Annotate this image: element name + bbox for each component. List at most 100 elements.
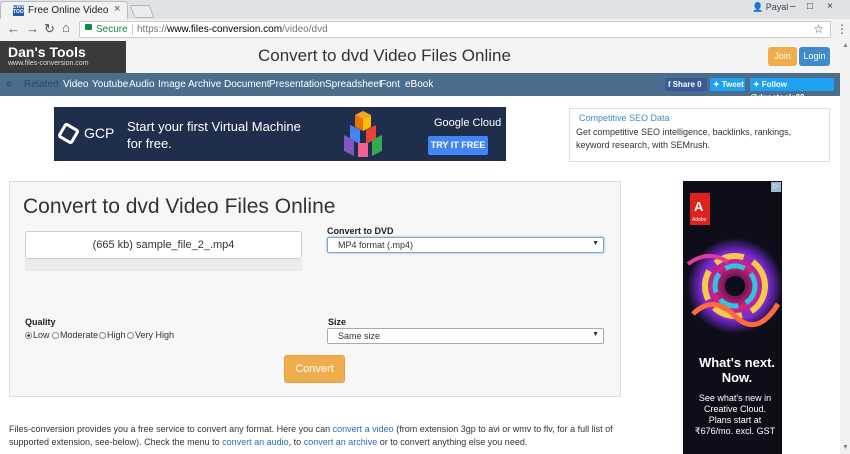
share-label: Share 0 [672, 80, 702, 89]
twitter-icon: ✦ [713, 80, 720, 89]
quality-label: Quality [25, 317, 56, 327]
upload-progress-bar [25, 259, 302, 271]
gcp-ad-banner[interactable]: GCP Start your first Virtual Machine for… [54, 107, 506, 161]
bookmark-star-icon[interactable]: ☆ [813, 22, 824, 36]
logo-site: www.files-conversion.com [8, 60, 89, 67]
nav-item-ebook[interactable]: eBook [405, 79, 433, 90]
ad-choices-icon[interactable]: ▷ [771, 182, 781, 192]
description-text: , to [288, 437, 304, 447]
new-tab-button[interactable] [129, 5, 155, 18]
quality-option-label: High [107, 330, 126, 340]
nav-item-audio[interactable]: Audio [129, 79, 155, 90]
try-it-free-button[interactable]: TRY IT FREE [428, 136, 488, 155]
gcp-hexagon-icon [56, 121, 81, 146]
lock-icon [85, 24, 92, 30]
dropdown-arrow-icon: ▼ [592, 331, 599, 338]
converter-title: Convert to dvd Video Files Online [23, 195, 336, 218]
convert-archive-link[interactable]: convert an archive [304, 437, 378, 447]
nav-item-archive[interactable]: Archive [188, 79, 221, 90]
gcp-cube-illustration [344, 111, 382, 157]
url-separator [132, 24, 133, 35]
convert-to-label: Convert to DVD [327, 226, 394, 236]
url-scheme: https:// [137, 24, 168, 35]
file-upload-box[interactable]: (665 kb) sample_file_2_.mp4 [25, 231, 302, 259]
quality-radio-low[interactable]: Low [25, 330, 50, 340]
nav-item-image[interactable]: Image [158, 79, 186, 90]
format-select-value: MP4 format (.mp4) [338, 240, 414, 250]
nav-item-youtube[interactable]: Youtube [92, 79, 128, 90]
home-icon[interactable]: ⌂ [62, 20, 70, 35]
convert-audio-link[interactable]: convert an audio [222, 437, 289, 447]
url-input[interactable]: Secure https://www.files-conversion.com/… [79, 21, 831, 38]
tweet-label: Tweet [721, 80, 744, 89]
site-logo[interactable]: Dan's Tools www.files-conversion.com [0, 41, 126, 73]
forward-arrow-icon[interactable]: → [26, 21, 39, 36]
radio-checked-icon [25, 332, 32, 339]
service-description: Files-conversion provides you a free ser… [9, 423, 621, 449]
convert-button[interactable]: Convert [284, 355, 345, 383]
nav-item-video[interactable]: Video [63, 79, 88, 90]
site-favicon-icon: DANS TOOLS [13, 5, 24, 16]
quality-radio-high[interactable]: High [99, 330, 126, 340]
google-cloud-brand: Google Cloud [434, 117, 502, 129]
tab-close-icon[interactable]: × [114, 3, 120, 15]
quality-radio-moderate[interactable]: Moderate [52, 330, 98, 340]
adobe-ad-body: See what's new in Creative Cloud. Plans … [694, 393, 776, 436]
browser-tab[interactable]: DANS TOOLS Free Online Video Conve × [0, 1, 128, 19]
browser-menu-icon[interactable]: ⋮ [836, 22, 848, 36]
radio-unchecked-icon [99, 332, 106, 339]
size-select-value: Same size [338, 331, 381, 341]
back-arrow-icon[interactable]: ← [7, 21, 20, 36]
seo-text-ad[interactable]: Competitive SEO Data Get competitive SEO… [569, 108, 830, 162]
join-button[interactable]: Join [768, 47, 797, 66]
dropdown-arrow-icon: ▼ [592, 240, 599, 247]
adobe-wordmark: Adobe [692, 217, 707, 223]
user-icon: 👤 [752, 2, 764, 12]
url-host: www.files-conversion.com [167, 24, 283, 35]
scroll-up-icon[interactable]: ▲ [842, 42, 849, 49]
radio-unchecked-icon [127, 332, 134, 339]
url-path: /video/dvd [282, 24, 328, 35]
facebook-share-button[interactable]: f Share 0 [665, 78, 707, 91]
nav-item-presentation[interactable]: Presentation [269, 79, 325, 90]
adobe-ad-headline: What's next. Now. [698, 355, 776, 385]
nav-item-spreadsheet[interactable]: Spreadsheet [325, 79, 382, 90]
quality-radio-very-high[interactable]: Very High [127, 330, 174, 340]
description-text: or to convert anything else you need. [377, 437, 528, 447]
profile-button[interactable]: 👤 Payal [752, 2, 788, 13]
adobe-a-icon: A [694, 199, 704, 214]
size-label: Size [328, 317, 347, 327]
seo-ad-title[interactable]: Competitive SEO Data [579, 113, 670, 123]
nav-item-document[interactable]: Document [224, 79, 270, 90]
creative-cloud-artwork [686, 238, 782, 334]
close-window-button[interactable]: × [827, 1, 833, 12]
tab-title: Free Online Video Conve [28, 5, 110, 16]
adobe-logo: A Adobe [690, 193, 710, 225]
quality-option-label: Low [33, 330, 50, 340]
maximize-button[interactable]: □ [807, 1, 813, 12]
nav-menu-icon[interactable]: ≡ [6, 79, 12, 90]
twitter-follow-icon: ✦ [753, 80, 760, 89]
adobe-ad[interactable]: A Adobe What's next. Now. See what's new… [683, 181, 782, 454]
quality-option-label: Very High [135, 330, 175, 340]
tweet-button[interactable]: ✦ Tweet [710, 78, 745, 91]
minimize-button[interactable]: – [790, 1, 796, 12]
description-text: Files-conversion provides you a free ser… [9, 424, 333, 434]
follow-twitter-button[interactable]: ✦ Follow @danstools00 [750, 78, 834, 102]
url-text: https://www.files-conversion.com/video/d… [137, 24, 328, 35]
scroll-down-icon[interactable]: ▼ [842, 444, 849, 451]
page-scrollbar[interactable] [840, 41, 850, 454]
seo-ad-description: Get competitive SEO intelligence, backli… [576, 127, 792, 150]
nav-related-label: Related: [24, 79, 62, 90]
nav-item-font[interactable]: Font [380, 79, 400, 90]
reload-icon[interactable]: ↻ [44, 21, 55, 37]
login-button[interactable]: Login [799, 47, 830, 66]
gcp-ad-message: Start your first Virtual Machine for fre… [127, 119, 301, 151]
size-select[interactable]: Same size ▼ [327, 328, 604, 344]
convert-video-link[interactable]: convert a video [333, 424, 394, 434]
radio-unchecked-icon [52, 332, 59, 339]
facebook-icon: f [668, 80, 671, 89]
format-select[interactable]: MP4 format (.mp4) ▼ [327, 237, 604, 253]
logo-name: Dan's Tools [8, 44, 86, 60]
secure-label: Secure [96, 24, 128, 35]
